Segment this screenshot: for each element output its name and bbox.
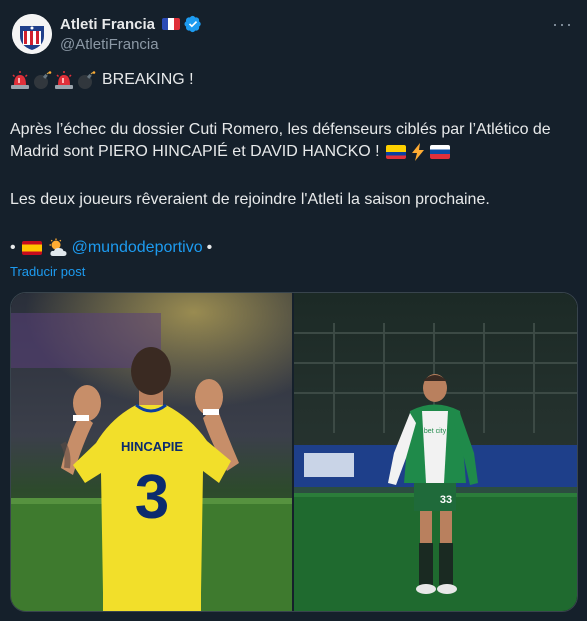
jersey-number: 3	[135, 463, 169, 532]
shirt-sponsor: bet city	[424, 428, 447, 435]
verified-badge-icon[interactable]	[184, 15, 202, 33]
lightning-icon	[412, 142, 425, 161]
bullet-end: •	[206, 239, 213, 256]
spain-flag-icon	[21, 241, 42, 255]
avatar[interactable]	[12, 14, 52, 54]
author-name-row[interactable]: Atleti Francia	[60, 14, 202, 34]
ecuador-flag-icon	[386, 144, 407, 159]
tweet-card: Atleti Francia @AtletiFrancia ··· BREAKI…	[0, 0, 587, 621]
tweet-paragraph-main: Après l’échec du dossier Cuti Romero, le…	[10, 119, 580, 163]
jersey-name: HINCAPIE	[121, 439, 183, 454]
bomb-icon	[34, 71, 52, 89]
photo-hancko[interactable]: bet city 33	[294, 293, 577, 611]
photo-hincapie[interactable]: HINCAPIE 3	[11, 293, 292, 611]
sun-behind-cloud-icon	[49, 238, 67, 256]
tweet-line-breaking: BREAKING !	[10, 69, 580, 91]
tweet-source-line: • @mundodeportivo •	[10, 237, 580, 259]
media-grid: HINCAPIE 3 bet city 33	[10, 292, 578, 612]
atletico-logo-icon	[12, 14, 52, 54]
siren-icon	[11, 71, 29, 89]
mention-link[interactable]: @mundodeportivo	[72, 237, 203, 259]
france-flag-icon	[162, 18, 181, 30]
translate-post-link[interactable]: Traducir post	[10, 264, 85, 279]
main-paragraph-text: Après l’échec du dossier Cuti Romero, le…	[10, 121, 551, 160]
display-name[interactable]: Atleti Francia	[60, 16, 155, 33]
bomb-icon	[78, 71, 96, 89]
slovakia-flag-icon	[430, 144, 451, 159]
shorts-number: 33	[440, 494, 452, 506]
breaking-text: BREAKING !	[102, 71, 194, 88]
more-options-icon[interactable]: ···	[552, 14, 573, 35]
author-handle[interactable]: @AtletiFrancia	[60, 36, 159, 53]
tweet-paragraph-secondary: Les deux joueurs rêveraient de rejoindre…	[10, 191, 490, 208]
bullet: •	[10, 239, 16, 256]
siren-icon	[55, 71, 73, 89]
